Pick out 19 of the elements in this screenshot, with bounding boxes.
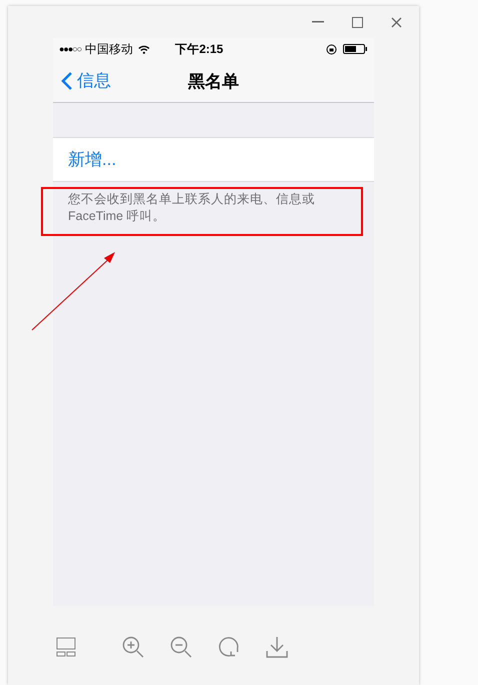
rotation-lock-icon bbox=[326, 44, 337, 54]
download-icon[interactable] bbox=[266, 636, 288, 658]
back-link[interactable]: 信息 bbox=[61, 69, 111, 92]
chevron-left-icon bbox=[61, 70, 73, 90]
rotate-icon[interactable] bbox=[218, 636, 240, 658]
carrier-name: 中国移动 bbox=[85, 40, 134, 58]
page-title: 黑名单 bbox=[188, 70, 239, 92]
signal-dots: ●●●○○ bbox=[59, 44, 82, 54]
battery-icon bbox=[343, 44, 368, 54]
wifi-icon bbox=[138, 44, 150, 54]
clock-time: 下午2:15 bbox=[175, 40, 224, 58]
blocklist-note: 您不会收到黑名单上联系人的来电、信息或FaceTime 呼叫。 bbox=[68, 191, 316, 225]
maximize-icon[interactable] bbox=[352, 16, 363, 28]
layout-icon[interactable] bbox=[56, 637, 76, 657]
minimize-icon[interactable] bbox=[312, 21, 324, 23]
close-icon[interactable] bbox=[391, 16, 402, 28]
add-row[interactable]: 新增... bbox=[53, 137, 374, 182]
zoom-out-icon[interactable] bbox=[170, 636, 192, 658]
zoom-in-icon[interactable] bbox=[122, 636, 144, 658]
